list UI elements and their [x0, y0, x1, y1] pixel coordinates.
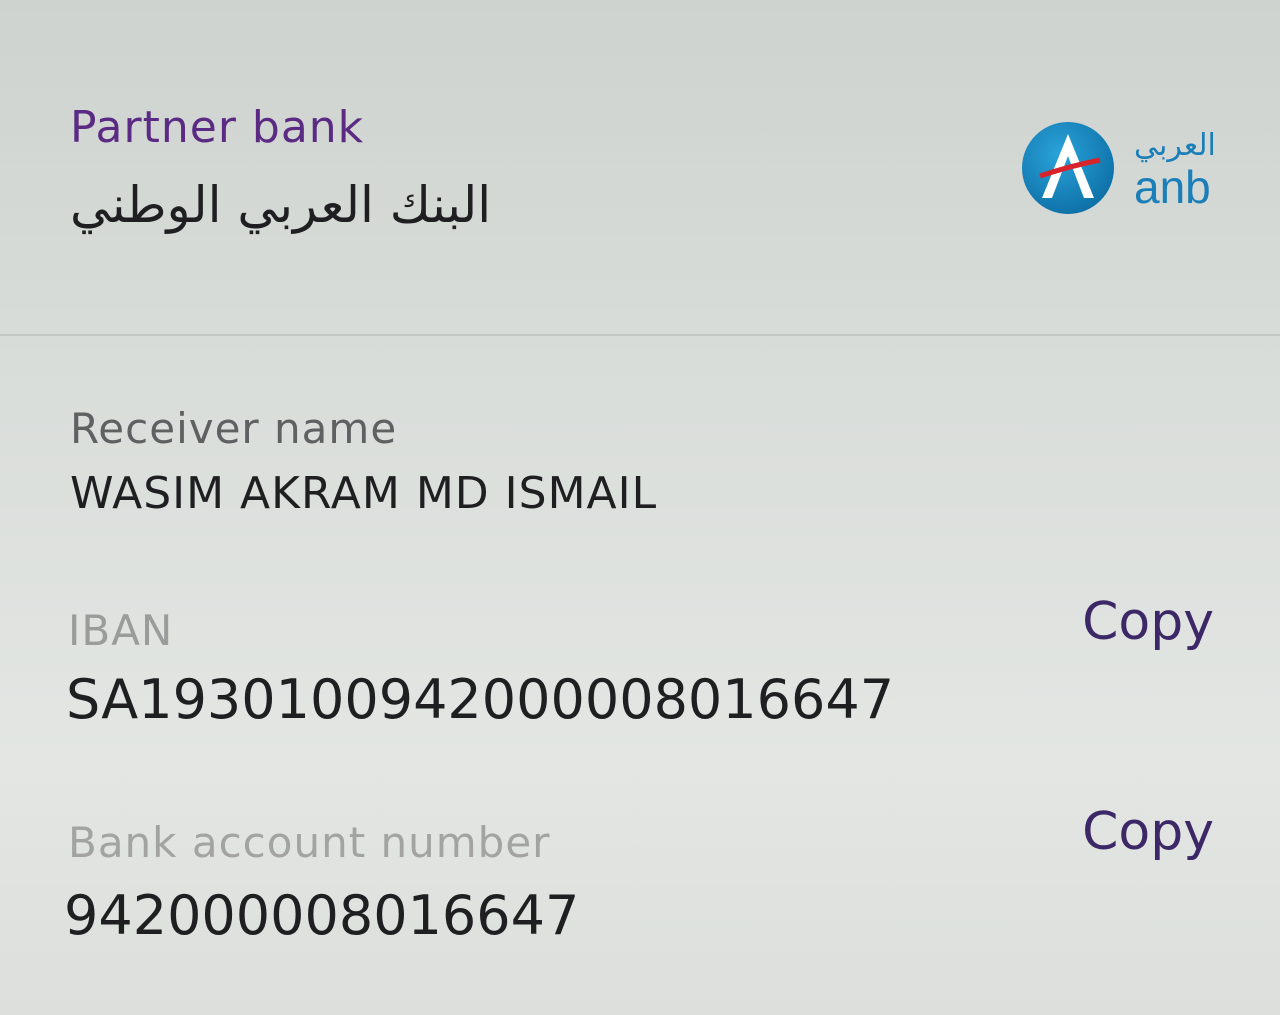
- receiver-name-label: Receiver name: [70, 404, 398, 453]
- receiver-name-value: WASIM AKRAM MD ISMAIL: [70, 468, 658, 519]
- anb-logo: العربي anb: [1020, 120, 1230, 220]
- anb-logo-icon: [1022, 122, 1114, 214]
- copy-iban-button[interactable]: Copy: [1082, 592, 1214, 652]
- anb-logo-latin-text: anb: [1134, 161, 1211, 213]
- section-divider: [0, 334, 1280, 336]
- iban-value: SA1930100942000008016647: [66, 668, 895, 731]
- bank-account-number-label: Bank account number: [68, 818, 551, 867]
- iban-label: IBAN: [68, 606, 174, 655]
- partner-bank-name: البنك العربي الوطني: [70, 176, 492, 234]
- bank-details-screen: Partner bank البنك العربي الوطني العربي …: [0, 0, 1280, 1015]
- bank-account-number-value: 942000008016647: [64, 884, 580, 947]
- partner-bank-label: Partner bank: [70, 102, 365, 153]
- anb-logo-arabic-text: العربي: [1134, 128, 1216, 163]
- copy-account-number-button[interactable]: Copy: [1082, 802, 1214, 862]
